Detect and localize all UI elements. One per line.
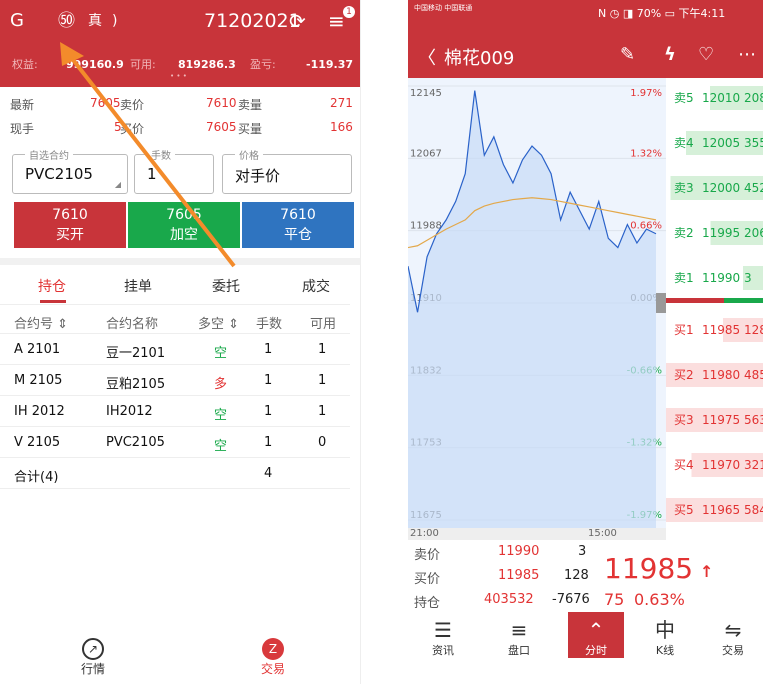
detail-bottom-nav: ☰ 资讯 ≡ 盘口 ⌃ 分时 中 K线 ⇋ 交易 xyxy=(408,612,763,684)
nav-kline[interactable]: 中 K线 xyxy=(640,618,690,658)
time-axis: 21:00 15:00 xyxy=(408,528,666,540)
nav-news[interactable]: ☰ 资讯 xyxy=(418,618,468,658)
pct-tick-label: 1.97% xyxy=(630,88,662,99)
bid-level-volume: 321 xyxy=(744,458,763,472)
ask-level-label: 卖1 xyxy=(674,271,694,285)
bid-level-price: 11970 xyxy=(702,458,741,472)
bid-level-price: 11980 xyxy=(702,368,741,382)
flash-icon[interactable]: ϟ xyxy=(664,44,676,65)
ask-level-label: 卖2 xyxy=(674,226,694,240)
price-tick-label: 11988 xyxy=(410,221,442,232)
ask-level[interactable]: 卖5 12010208 xyxy=(666,86,763,110)
time-end: 15:00 xyxy=(588,528,617,539)
ask-level-price: 12000 xyxy=(702,181,741,195)
edit-icon[interactable]: ✎ xyxy=(620,44,635,65)
bid-ask-ratio-bar xyxy=(666,298,763,303)
intraday-chart[interactable]: 121451.97%120671.32%119880.66%119100.00%… xyxy=(408,78,666,528)
nav-kline-label: K线 xyxy=(655,644,675,657)
bid-volume: 128 xyxy=(564,568,589,583)
ask-level-volume: 355 xyxy=(744,136,763,150)
bid-level-label: 买3 xyxy=(674,413,694,427)
nav-news-label: 资讯 xyxy=(432,644,454,657)
ask-level[interactable]: 卖1 11990 3 xyxy=(666,266,763,290)
bid-level[interactable]: 买4 11970321 xyxy=(666,453,763,477)
ask-level-volume: 3 xyxy=(744,271,752,285)
detail-header: 中国移动 中国联通 N ◷ ◨ 70% ▭ 下午4:11 〈 棉花009 ✎ ϟ… xyxy=(408,0,763,78)
bid-level-label: 买5 xyxy=(674,503,694,517)
ask-level-price: 11990 xyxy=(702,271,741,285)
price-tick-label: 12145 xyxy=(410,88,442,99)
ask-level[interactable]: 卖2 11995206 xyxy=(666,221,763,245)
price-change-pct: 0.63% xyxy=(634,590,685,609)
bid-level[interactable]: 买3 11975563 xyxy=(666,408,763,432)
ask-level[interactable]: 卖3 12000452 xyxy=(666,176,763,200)
ask-level-price: 11995 xyxy=(702,226,741,240)
ask-level-volume: 208 xyxy=(744,91,763,105)
ask-volume: 3 xyxy=(578,544,587,559)
more-icon[interactable]: ⋯ xyxy=(738,44,756,65)
open-interest-label: 持仓 xyxy=(414,596,441,611)
nav-orderbook-label: 盘口 xyxy=(508,644,530,657)
ask-level-label: 卖5 xyxy=(674,91,694,105)
bid-level-label: 买4 xyxy=(674,458,694,472)
ask-level-volume: 452 xyxy=(744,181,763,195)
instrument-title: 棉花009 xyxy=(444,48,515,69)
bid-level-price: 11965 xyxy=(702,503,741,517)
pct-tick-label: 1.32% xyxy=(630,148,662,159)
bid-level-price: 11985 xyxy=(702,323,741,337)
trade-icon: ⇋ xyxy=(724,618,742,642)
bid-level[interactable]: 买1 11985128 xyxy=(666,318,763,342)
ask-level-volume: 206 xyxy=(744,226,763,240)
favorite-icon[interactable]: ♡ xyxy=(698,44,714,65)
price-tick-label: 12067 xyxy=(410,148,442,159)
news-icon: ☰ xyxy=(434,618,452,642)
nav-trade-right[interactable]: ⇋ 交易 xyxy=(708,618,758,658)
bid-level[interactable]: 买5 11965584 xyxy=(666,498,763,522)
annotation-arrow xyxy=(60,42,236,268)
bid-level-volume: 563 xyxy=(744,413,763,427)
ask-level-price: 12005 xyxy=(702,136,741,150)
nav-trade-right-label: 交易 xyxy=(722,644,744,657)
nav-orderbook[interactable]: ≡ 盘口 xyxy=(494,618,544,658)
ask-level-label: 卖4 xyxy=(674,136,694,150)
bid-price: 11985 xyxy=(498,568,540,583)
up-arrow-icon: ↑ xyxy=(700,562,714,581)
ask-label: 卖价 xyxy=(414,548,441,563)
open-interest-value: 403532 xyxy=(484,592,534,607)
ask-level-price: 12010 xyxy=(702,91,741,105)
bid-level-volume: 485 xyxy=(744,368,763,382)
system-status: N ◷ ◨ 70% ▭ 下午4:11 xyxy=(598,7,726,20)
time-start: 21:00 xyxy=(410,528,439,539)
open-interest-change: -7676 xyxy=(552,592,590,607)
bid-level-price: 11975 xyxy=(702,413,741,427)
back-icon[interactable]: 〈 xyxy=(418,44,436,70)
price-change: 75 xyxy=(604,590,625,609)
collapse-handle xyxy=(656,293,666,313)
intraday-icon: ⌃ xyxy=(587,618,605,642)
bid-label: 买价 xyxy=(414,572,441,587)
bid-level-volume: 584 xyxy=(744,503,763,517)
kline-icon: 中 xyxy=(655,618,675,642)
trading-screen: G ㊿ 真 ) 71202021 ⟳ ≡ 1 权益: 999160.9 可用: … xyxy=(0,0,361,684)
nav-intraday[interactable]: ⌃ 分时 xyxy=(568,612,624,658)
market-detail-screen: 中国移动 中国联通 N ◷ ◨ 70% ▭ 下午4:11 〈 棉花009 ✎ ϟ… xyxy=(408,0,763,684)
ask-level-label: 卖3 xyxy=(674,181,694,195)
ask-level[interactable]: 卖4 12005355 xyxy=(666,131,763,155)
bid-level-label: 买2 xyxy=(674,368,694,382)
ask-price: 11990 xyxy=(498,544,540,559)
carrier-status: 中国移动 中国联通 xyxy=(414,4,473,12)
last-price: 11985 xyxy=(604,552,694,585)
bid-level-label: 买1 xyxy=(674,323,694,337)
bid-level-volume: 128 xyxy=(744,323,763,337)
bid-level[interactable]: 买2 11980485 xyxy=(666,363,763,387)
nav-intraday-label: 分时 xyxy=(585,644,607,657)
orderbook-icon: ≡ xyxy=(510,618,528,642)
